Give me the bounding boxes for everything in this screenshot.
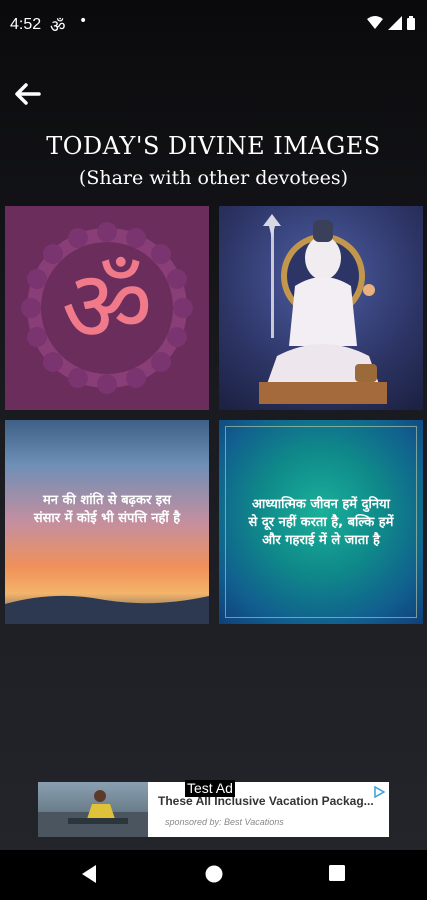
quote-text: मन की शांति से बढ़कर इस संसार में कोई भी… — [15, 492, 199, 528]
quote-line: आध्यात्मिक जीवन हमें दुनिया — [252, 497, 390, 512]
nav-back-icon — [82, 865, 96, 883]
notification-dot-icon: • — [79, 13, 88, 29]
page-subtitle: (Share with other devotees) — [78, 167, 349, 189]
shiva-statue-image — [259, 214, 387, 404]
nav-home-icon — [205, 865, 223, 883]
arrow-left-icon — [15, 83, 41, 105]
divine-image-quote-spiritual[interactable]: आध्यात्मिक जीवन हमें दुनिया से दूर नहीं … — [219, 420, 423, 624]
status-bar: 4:52 ॐ • — [0, 0, 427, 50]
divine-image-om[interactable]: ॐ — [5, 206, 209, 410]
quote-text: आध्यात्मिक जीवन हमें दुनिया से दूर नहीं … — [229, 496, 413, 550]
battery-icon — [407, 16, 415, 30]
status-time: 4:52 — [10, 16, 42, 33]
ad-choices-icon[interactable] — [373, 786, 385, 798]
quote-line: मन की शांति से बढ़कर इस — [43, 493, 171, 508]
nav-recents-icon — [329, 865, 345, 881]
om-glyph: ॐ — [61, 248, 153, 365]
divine-image-shiva[interactable] — [219, 206, 423, 410]
hills-silhouette — [5, 595, 209, 624]
signal-icon — [388, 16, 402, 30]
wifi-icon — [367, 16, 383, 29]
ad-traveler-image — [38, 790, 148, 837]
ad-sponsor: sponsored by: Best Vacations — [165, 817, 284, 827]
status-icons — [367, 16, 415, 30]
system-nav-bar — [0, 850, 427, 900]
page-title: TODAY'S DIVINE IMAGES — [46, 132, 381, 160]
divine-image-quote-peace[interactable]: मन की शांति से बढ़कर इस संसार में कोई भी… — [5, 420, 209, 624]
test-ad-label: Test Ad — [185, 780, 235, 797]
quote-line: और गहराई में ले जाता है — [262, 533, 380, 548]
back-button[interactable] — [12, 79, 42, 109]
quote-line: संसार में कोई भी संपत्ति नहीं है — [33, 511, 181, 526]
nav-home-button[interactable] — [204, 864, 224, 888]
quote-line: से दूर नहीं करता है, बल्कि हमें — [248, 515, 394, 530]
om-notification-icon: ॐ — [50, 17, 66, 37]
nav-back-button[interactable] — [80, 864, 98, 888]
ad-photo — [38, 782, 148, 837]
nav-recents-button[interactable] — [328, 864, 346, 886]
